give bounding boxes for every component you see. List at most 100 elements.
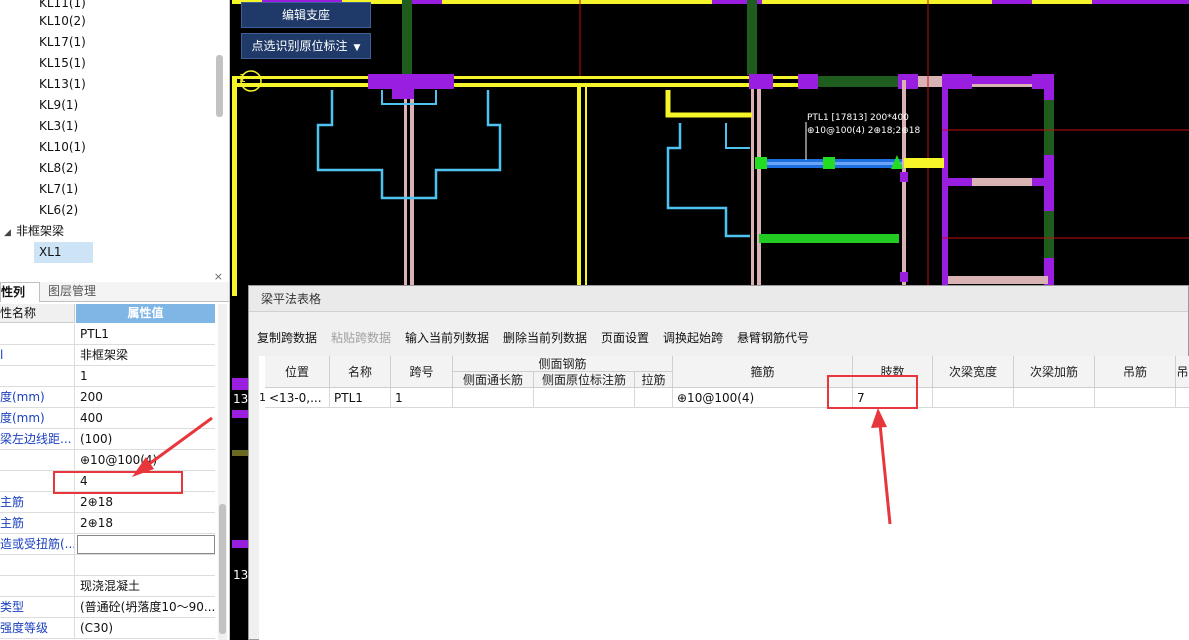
axis-label: 13: [233, 568, 249, 582]
property-name: 类型: [0, 597, 75, 618]
tab-layer-management[interactable]: 图层管理: [42, 282, 102, 302]
header-position: 位置: [265, 356, 330, 388]
tree-item[interactable]: KL10(1): [39, 137, 86, 157]
cell-tie[interactable]: [635, 388, 673, 408]
property-name: l: [0, 345, 75, 366]
row-index: 1: [259, 391, 266, 404]
beam-table-grid: 位置 名称 跨号 侧面钢筋 侧面通长筋 侧面原位标注筋 拉筋 箍筋 肢数 次梁宽…: [259, 356, 1189, 408]
tree-item[interactable]: KL15(1): [39, 53, 86, 73]
props-tabbar: 性列表 图层管理: [0, 282, 229, 318]
scroll-thumb[interactable]: [219, 504, 226, 634]
delete-column-data-button[interactable]: 删除当前列数据: [503, 328, 587, 348]
copy-span-data-button[interactable]: 复制跨数据: [257, 328, 317, 348]
property-name: 主筋: [0, 492, 75, 513]
property-value[interactable]: 2⊕18: [80, 492, 214, 513]
axis-label: 13: [233, 392, 249, 406]
input-column-data-button[interactable]: 输入当前列数据: [405, 328, 489, 348]
cell-position[interactable]: <13-0,...: [265, 388, 330, 408]
property-row[interactable]: 主筋 2⊕18: [0, 513, 215, 534]
beam-annotation-line2: ⊕10@100(4) 2⊕18;2⊕18: [807, 126, 921, 136]
edit-support-button[interactable]: 编辑支座: [241, 2, 371, 28]
property-row[interactable]: 造或受扭筋(...: [0, 534, 215, 555]
tree-item[interactable]: KL10(2): [39, 11, 86, 31]
tree-item[interactable]: KL8(2): [39, 158, 78, 178]
property-value[interactable]: (普通砼(坍落度10～90...: [80, 597, 214, 618]
tree-item[interactable]: KL13(1): [39, 74, 86, 94]
dialog-title: 梁平法表格: [249, 286, 1188, 312]
props-header: 性名称 属性值: [0, 304, 215, 323]
cell-secondary-width[interactable]: [933, 388, 1014, 408]
cell-hanger[interactable]: [1095, 388, 1176, 408]
property-value[interactable]: 400: [80, 408, 214, 429]
header-side-original-rebar: 侧面原位标注筋: [534, 372, 635, 388]
property-row[interactable]: l 非框架梁: [0, 345, 215, 366]
header-name: 名称: [330, 356, 391, 388]
tree-item[interactable]: KL17(1): [39, 32, 86, 52]
cell-side-through[interactable]: [453, 388, 534, 408]
header-secondary-beam-rebar: 次梁加筋: [1014, 356, 1095, 388]
property-value-stirrup[interactable]: ⊕10@100(4): [80, 450, 214, 471]
button-label: 点选识别原位标注: [251, 39, 348, 53]
property-name: [0, 555, 75, 576]
property-value[interactable]: [80, 555, 214, 576]
col-property-value: 属性值: [76, 304, 215, 323]
tree-item[interactable]: KL6(2): [39, 200, 78, 220]
cantilever-rebar-code-button[interactable]: 悬臂钢筋代号: [737, 328, 809, 348]
cell-stirrup[interactable]: ⊕10@100(4): [673, 388, 853, 408]
property-value[interactable]: 1: [80, 366, 214, 387]
cell-side-original[interactable]: [534, 388, 635, 408]
property-row[interactable]: 1: [0, 366, 215, 387]
tree-group-non-frame-beam[interactable]: ◢ 非框架梁: [4, 221, 64, 241]
property-value-input[interactable]: [77, 535, 215, 554]
col-property-name: 性名称: [0, 304, 75, 323]
caret-down-icon[interactable]: ▼: [354, 43, 361, 53]
page-setup-button[interactable]: 页面设置: [601, 328, 649, 348]
cell-secondary-rebar[interactable]: [1014, 388, 1095, 408]
tree-scrollbar[interactable]: [216, 55, 223, 117]
property-value[interactable]: PTL1: [80, 324, 214, 345]
property-value[interactable]: 200: [80, 387, 214, 408]
header-tie-bar: 拉筋: [635, 372, 673, 388]
property-panel: × 性列表 图层管理 性名称 属性值 PTL1 l非框架梁 1 度(mm)200…: [0, 268, 230, 640]
property-row[interactable]: 现浇混凝土: [0, 576, 215, 597]
property-row[interactable]: 度(mm) 200: [0, 387, 215, 408]
tab-property-list[interactable]: 性列表: [0, 282, 40, 318]
property-value[interactable]: (100): [80, 429, 214, 450]
property-value[interactable]: (C30): [80, 618, 214, 639]
tree-group-label: 非框架梁: [16, 224, 65, 238]
property-row[interactable]: [0, 555, 215, 576]
property-value[interactable]: 现浇混凝土: [80, 576, 214, 597]
property-row[interactable]: 度(mm) 400: [0, 408, 215, 429]
property-row[interactable]: 强度等级 (C30): [0, 618, 215, 639]
property-name: [0, 324, 75, 345]
tree-item[interactable]: KL9(1): [39, 95, 78, 115]
tree-item[interactable]: KL3(1): [39, 116, 78, 136]
property-row[interactable]: 主筋 2⊕18: [0, 492, 215, 513]
property-row[interactable]: PTL1: [0, 324, 215, 345]
header-side-through-rebar: 侧面通长筋: [453, 372, 534, 388]
swap-start-span-button[interactable]: 调换起始跨: [663, 328, 723, 348]
tree-item[interactable]: KL7(1): [39, 179, 78, 199]
axis-label: 1: [239, 72, 246, 85]
property-row[interactable]: 梁左边线距... (100): [0, 429, 215, 450]
property-value[interactable]: 2⊕18: [80, 513, 214, 534]
component-tree: KL11(1) KL10(2) KL17(1) KL15(1) KL13(1) …: [0, 0, 230, 268]
grid-empty-area: [259, 408, 1189, 640]
property-name: [0, 450, 75, 471]
property-value[interactable]: 非框架梁: [80, 345, 214, 366]
header-side-rebar-group: 侧面钢筋: [453, 356, 673, 372]
property-row[interactable]: 类型 (普通砼(坍落度10～90...: [0, 597, 215, 618]
props-scrollbar[interactable]: [218, 304, 227, 640]
tree-item-selected[interactable]: XL1: [34, 242, 93, 263]
cell-more[interactable]: [1176, 388, 1189, 408]
cell-name[interactable]: PTL1: [330, 388, 391, 408]
header-stirrup: 箍筋: [673, 356, 853, 388]
beam-annotation-line1: PTL1 [17813] 200*400: [807, 113, 909, 123]
property-row[interactable]: ⊕10@100(4): [0, 450, 215, 471]
cell-span[interactable]: 1: [391, 388, 453, 408]
annotation-box-legs: [53, 471, 183, 494]
expand-triangle-icon[interactable]: ◢: [4, 223, 16, 243]
header-hanger-rebar: 吊筋: [1095, 356, 1176, 388]
identify-original-annotation-button[interactable]: 点选识别原位标注 ▼: [241, 33, 371, 59]
paste-span-data-button[interactable]: 粘贴跨数据: [331, 328, 391, 348]
